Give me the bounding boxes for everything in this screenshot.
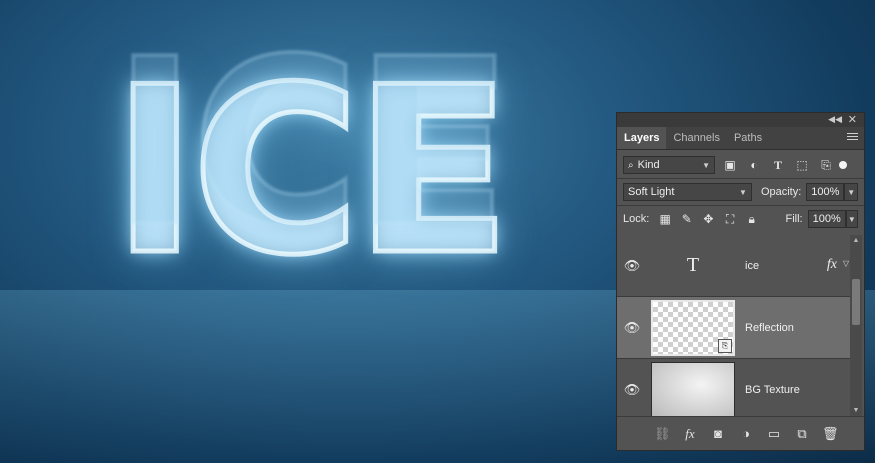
type-layer-icon: T [686, 254, 700, 276]
eye-icon[interactable]: 👁︎ [617, 258, 647, 274]
new-adjustment-layer-icon[interactable]: ◑ [738, 426, 754, 441]
panel-footer: ⛓ fx ◙ ◑ ▭ ⧉ 🗑︎ [617, 416, 864, 450]
layers-panel: ◀◀ ✕ Layers Channels Paths ⌕ Kind ▼ ▣ ◐ … [616, 112, 865, 451]
filter-kind-label: Kind [637, 159, 660, 171]
lock-all-icon[interactable]: 🔒︎ [744, 210, 760, 228]
tab-layers[interactable]: Layers [617, 127, 667, 149]
fx-icon[interactable]: fx [827, 257, 837, 273]
layers-list: 👁︎ T ice fx ▽ 👁︎ ⎘ Reflection 👁︎ BG Text… [617, 235, 851, 421]
search-icon: ⌕ [628, 159, 634, 171]
chevron-down-icon: ▼ [739, 187, 747, 197]
blend-mode-value: Soft Light [628, 186, 675, 198]
close-icon[interactable]: ✕ [848, 113, 857, 126]
filter-smart-object-icon[interactable]: ⎘ [817, 156, 835, 174]
scroll-down-icon[interactable]: ▼ [850, 407, 862, 414]
layer-row-reflection[interactable]: 👁︎ ⎘ Reflection [617, 297, 851, 359]
add-layer-style-icon[interactable]: fx [682, 426, 698, 442]
eye-icon[interactable]: 👁︎ [617, 382, 647, 398]
lock-image-brush-icon[interactable]: ✎ [679, 210, 695, 228]
fill-label: Fill: [785, 213, 803, 225]
layer-name[interactable]: Reflection [745, 322, 794, 334]
scrollbar-thumb[interactable] [852, 279, 860, 325]
new-group-icon[interactable]: ▭ [766, 426, 782, 442]
blend-mode-select[interactable]: Soft Light ▼ [623, 183, 752, 201]
fill-input[interactable]: 100% [807, 210, 846, 228]
smart-object-icon: ⎘ [718, 338, 732, 353]
lock-label: Lock: [623, 213, 650, 225]
lock-position-icon[interactable]: ✥ [701, 210, 717, 228]
opacity-label: Opacity: [760, 186, 802, 198]
filter-shape-icon[interactable]: ⬚ [793, 156, 811, 174]
layer-thumbnail [651, 361, 735, 418]
blend-row: Soft Light ▼ Opacity: 100% ▼ [617, 179, 864, 205]
eye-icon[interactable]: 👁︎ [617, 320, 647, 336]
filter-type-icon[interactable]: T [769, 156, 787, 174]
chevron-down-icon[interactable]: ▽ [843, 259, 849, 268]
layers-scrollbar[interactable]: ▲ ▼ [850, 235, 862, 416]
panel-titlebar: ◀◀ ✕ [617, 113, 864, 127]
layer-row-bg-texture[interactable]: 👁︎ BG Texture [617, 359, 851, 421]
chevron-down-icon: ▼ [702, 160, 710, 170]
filter-kind-select[interactable]: ⌕ Kind ▼ [623, 156, 715, 174]
link-layers-icon[interactable]: ⛓ [654, 426, 671, 442]
fill-value: 100% [812, 213, 841, 225]
filter-toggle-icon[interactable] [839, 161, 847, 169]
new-layer-icon[interactable]: ⧉ [794, 426, 810, 442]
scroll-up-icon[interactable]: ▲ [850, 237, 862, 244]
layer-thumbnail: ⎘ [651, 299, 735, 356]
opacity-value: 100% [811, 186, 840, 198]
panel-menu-icon[interactable] [847, 131, 858, 142]
delete-layer-icon[interactable]: 🗑︎ [822, 426, 839, 442]
opacity-dropdown[interactable]: ▼ [844, 183, 858, 201]
filter-pixel-icon[interactable]: ▣ [721, 156, 739, 174]
tab-paths[interactable]: Paths [727, 127, 769, 149]
layer-name[interactable]: ice [745, 260, 759, 272]
opacity-input[interactable]: 100% [806, 183, 845, 201]
lock-artboard-icon[interactable]: ⛶ [722, 210, 738, 228]
tab-channels[interactable]: Channels [666, 127, 726, 149]
filter-row: ⌕ Kind ▼ ▣ ◐ T ⬚ ⎘ [617, 152, 864, 178]
fill-dropdown[interactable]: ▼ [845, 210, 859, 228]
ice-artwork-reflection: ICE [110, 0, 507, 269]
panel-tabs: Layers Channels Paths [617, 127, 864, 150]
lock-transparent-icon[interactable]: ▦ [657, 210, 673, 228]
chevron-down-icon: ▼ [847, 187, 856, 197]
chevron-down-icon: ▼ [847, 214, 856, 224]
layer-row-ice[interactable]: 👁︎ T ice fx ▽ [617, 235, 851, 297]
filter-adjustment-icon[interactable]: ◐ [745, 156, 763, 174]
lock-row: Lock: ▦ ✎ ✥ ⛶ 🔒︎ Fill: 100% ▼ [617, 206, 864, 232]
add-mask-icon[interactable]: ◙ [710, 426, 726, 441]
layer-name[interactable]: BG Texture [745, 384, 800, 396]
collapse-icon[interactable]: ◀◀ [828, 114, 842, 125]
